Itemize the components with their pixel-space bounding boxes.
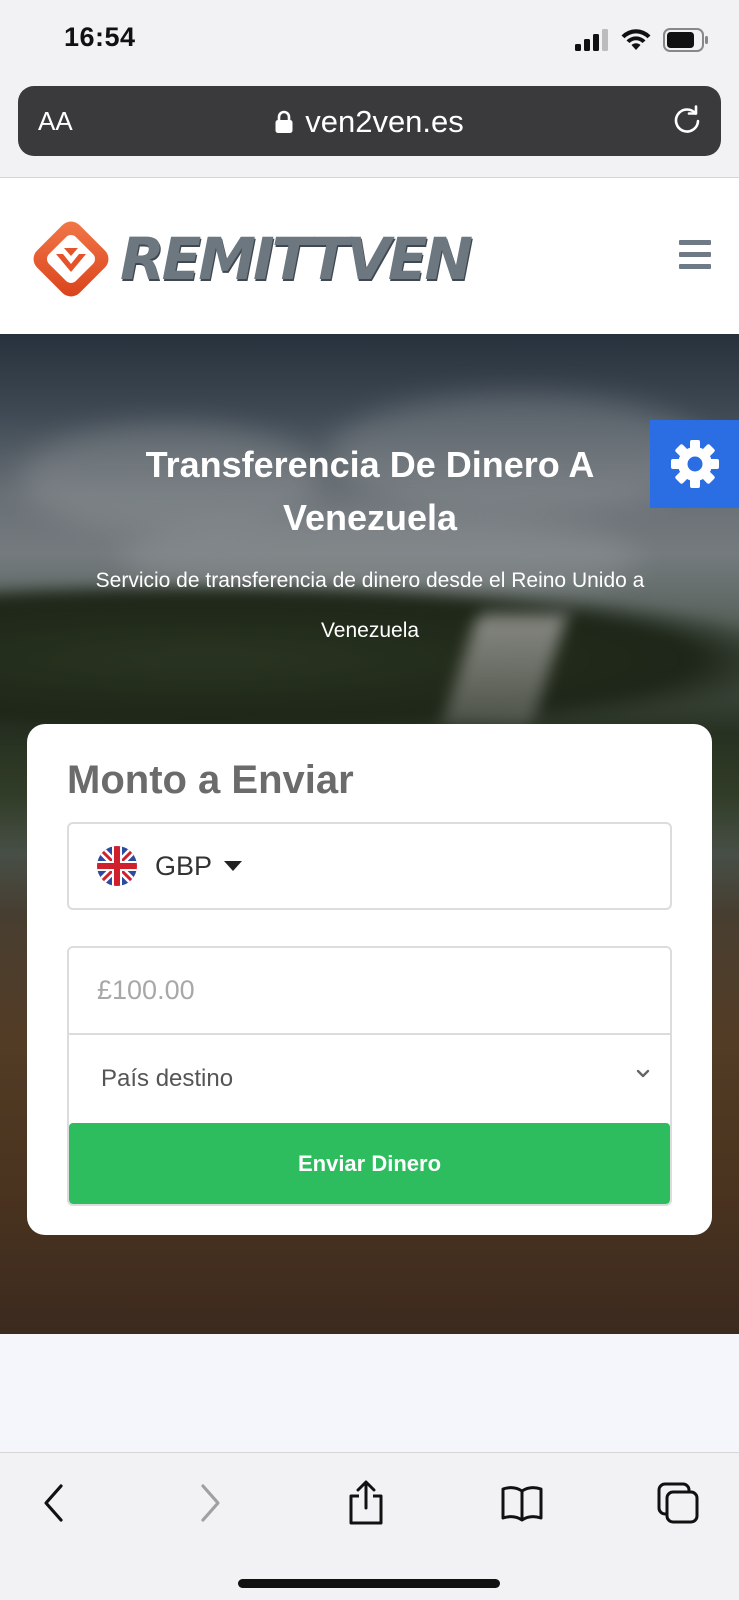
reload-button[interactable] <box>671 104 703 141</box>
site-logo[interactable]: REMITTVEN <box>26 214 473 304</box>
gear-icon <box>670 440 719 488</box>
send-money-button[interactable]: Enviar Dinero <box>69 1123 670 1204</box>
lock-icon <box>275 110 293 133</box>
page-background <box>0 1334 739 1452</box>
back-button[interactable] <box>28 1477 80 1529</box>
wifi-icon <box>621 29 651 50</box>
logo-text: REMITTVEN <box>120 225 473 293</box>
reload-icon <box>674 105 700 133</box>
caret-down-icon <box>224 861 243 871</box>
browser-toolbar <box>0 1452 739 1600</box>
site-header: REMITTVEN <box>0 178 739 334</box>
share-button[interactable] <box>340 1477 392 1529</box>
chevron-left-icon <box>44 1484 63 1522</box>
uk-flag-icon <box>97 846 137 886</box>
url-text: ven2ven.es <box>305 104 464 139</box>
currency-code: GBP <box>155 850 213 881</box>
status-time: 16:54 <box>64 22 136 52</box>
chevron-right-icon <box>201 1484 220 1522</box>
hero-section: Transferencia De Dinero A Venezuela Serv… <box>0 334 739 1334</box>
settings-button[interactable] <box>650 420 739 508</box>
forward-button[interactable] <box>184 1477 236 1529</box>
bookmarks-button[interactable] <box>496 1477 548 1529</box>
currency-selector[interactable]: GBP <box>67 822 672 910</box>
url-display[interactable]: ven2ven.es <box>18 104 721 140</box>
hamburger-menu-icon[interactable] <box>679 240 711 276</box>
card-title: Monto a Enviar <box>67 758 354 802</box>
amount-group: País destino Enviar Dinero <box>67 946 672 1206</box>
status-bar: 16:54 <box>0 0 739 82</box>
cellular-signal-icon <box>575 29 608 51</box>
hero-subtitle: Servicio de transferencia de dinero desd… <box>95 569 645 642</box>
share-icon <box>349 1480 383 1525</box>
amount-input[interactable] <box>69 948 670 1035</box>
status-icons <box>575 28 709 52</box>
address-bar[interactable]: AA ven2ven.es <box>18 86 721 156</box>
chevron-down-icon <box>636 1069 650 1078</box>
tabs-button[interactable] <box>652 1477 704 1529</box>
battery-icon <box>663 28 708 52</box>
home-indicator <box>238 1579 500 1588</box>
destination-country-select[interactable]: País destino <box>69 1035 670 1123</box>
send-money-card: Monto a Enviar GBP País destin <box>27 724 712 1235</box>
hero-title: Transferencia De Dinero A Venezuela <box>145 444 595 538</box>
book-icon <box>501 1486 543 1522</box>
logo-mark-icon <box>33 221 109 297</box>
tabs-icon <box>657 1482 699 1524</box>
country-select-label: País destino <box>101 1065 234 1092</box>
